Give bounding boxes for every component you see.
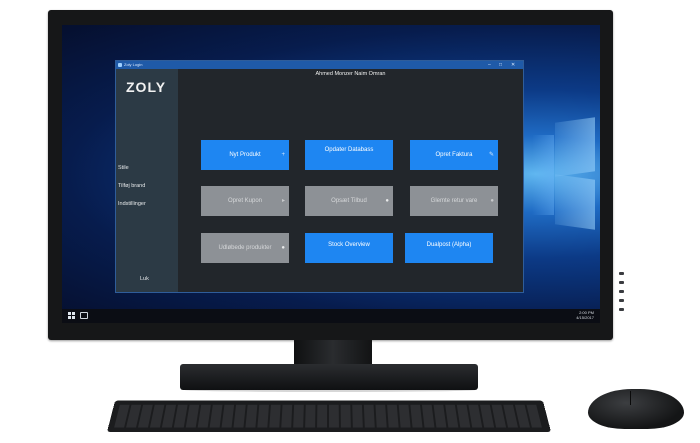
create-coupon-button[interactable]: Opret Kupon ▸ [201,186,289,216]
sidebar: ZOLY Stile Tilføj brand Indstillinger Lu… [116,69,178,292]
dualpost-button[interactable]: Dualpost (Alpha) [405,233,493,263]
wallpaper-beam [532,135,554,215]
close-window-button[interactable]: ✕ [511,62,515,68]
window-title: Zoly Login [124,62,143,67]
zoly-logo: ZOLY [126,79,167,95]
expired-products-button[interactable]: Udløbede produkter ● [201,233,289,263]
windows-start-icon[interactable] [68,312,75,319]
title-bar: Zoly Login – □ ✕ [116,61,523,69]
desktop-screen: Zoly Login – □ ✕ ZOLY Stile Tilføj brand… [62,25,600,323]
monitor-stand-base [180,364,478,390]
keyboard-keys [114,404,544,428]
minimize-button[interactable]: – [488,62,491,68]
new-product-button[interactable]: Nyt Produkt + [201,140,289,170]
wallpaper-window-pane [555,174,595,230]
circle-icon: ● [281,245,285,251]
taskbar-date: 4/15/2017 [576,315,594,320]
button-label: Nyt Produkt [229,152,261,158]
stock-overview-button[interactable]: Stock Overview [305,233,393,263]
plus-icon: + [281,152,285,158]
task-view-icon[interactable] [80,312,88,319]
keyboard [107,400,551,432]
button-label: Opret Kupon [227,198,263,204]
monitor: Zoly Login – □ ✕ ZOLY Stile Tilføj brand… [48,10,624,340]
button-label: Opsæt Tilbud [331,198,367,204]
taskbar: 2:00 PM 4/15/2017 [62,309,600,323]
circle-icon: ● [385,198,389,204]
button-label: Opret Faktura [435,152,473,158]
mouse [588,389,684,429]
user-name: Ahmed Monzer Naim Omran [315,71,386,77]
taskbar-clock[interactable]: 2:00 PM 4/15/2017 [576,310,594,320]
sidebar-item-settings[interactable]: Indstillinger [118,201,146,207]
button-label: Udløbede produkter [218,245,272,251]
zoly-app-window: Zoly Login – □ ✕ ZOLY Stile Tilføj brand… [115,60,524,293]
sidebar-item-stile[interactable]: Stile [118,165,129,171]
button-label: Glemte retur vare [430,198,478,204]
button-label: Opdater Databass [324,147,374,153]
wallpaper-window-pane [555,117,595,177]
button-label: Stock Overview [328,242,370,248]
mouse-button-split [630,391,631,405]
close-app-button[interactable]: Luk [140,276,149,282]
monitor-side-buttons [619,272,625,317]
maximize-button[interactable]: □ [499,62,502,68]
create-invoice-button[interactable]: Opret Faktura ✎ [410,140,498,170]
setup-offer-button[interactable]: Opsæt Tilbud ● [305,186,393,216]
tag-icon: ▸ [281,198,285,204]
update-database-button[interactable]: Opdater Databass [305,140,393,170]
app-icon [118,63,122,67]
desktop-scene: Zoly Login – □ ✕ ZOLY Stile Tilføj brand… [0,0,700,443]
monitor-stand-neck [294,340,372,366]
button-label: Dualpost (Alpha) [426,242,472,248]
forgotten-return-button[interactable]: Glemte retur vare ● [410,186,498,216]
pencil-icon: ✎ [488,152,494,158]
sidebar-item-add-brand[interactable]: Tilføj brand [118,183,145,189]
circle-icon: ● [490,198,494,204]
